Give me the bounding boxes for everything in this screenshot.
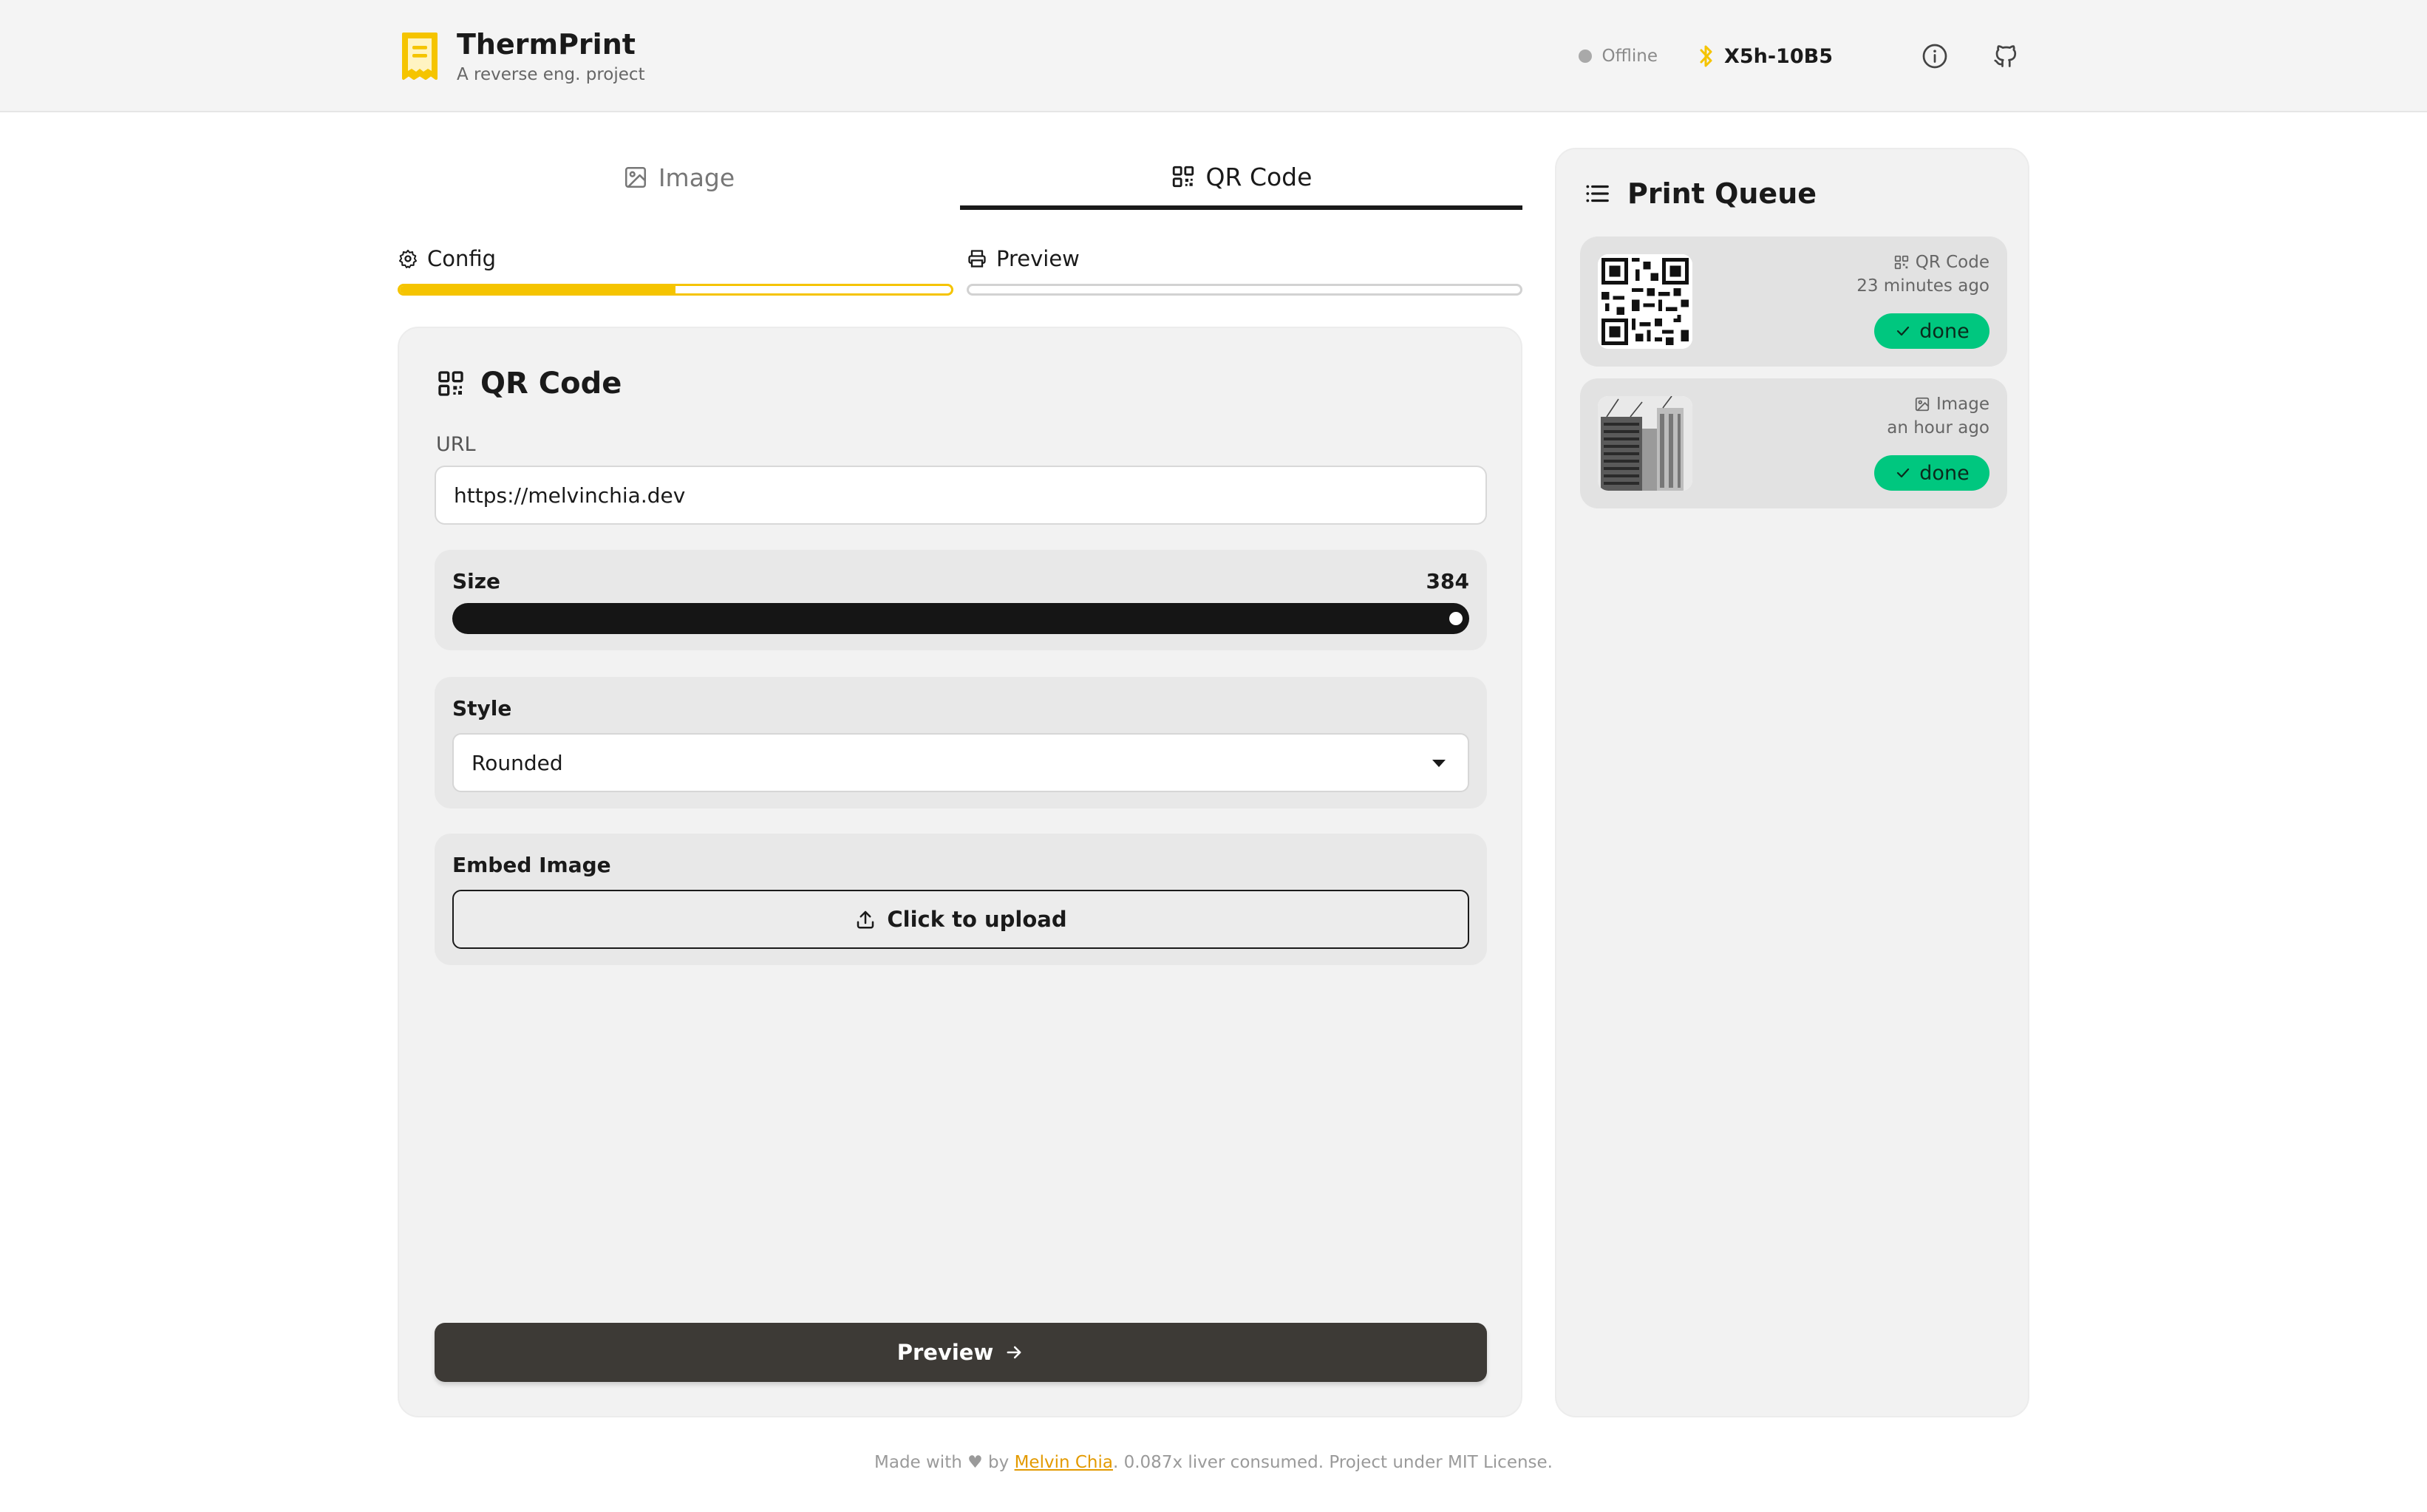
size-label: Size [452,569,501,593]
size-slider[interactable] [452,603,1469,634]
printer-icon [968,250,986,268]
embed-image-label: Embed Image [452,853,611,877]
print-queue-title-text: Print Queue [1627,177,1817,210]
queue-item-type: QR Code [1893,253,1989,272]
step-indicator: Config Preview [398,244,1522,296]
arrow-right-icon [1007,1346,1021,1359]
upload-button[interactable]: Click to upload [452,890,1469,949]
url-label: URL [436,433,476,456]
card-title: QR Code [436,367,622,401]
qr-config-card: QR Code URL Size 384 Style Rounded Embed… [398,327,1522,1417]
list-icon [1586,185,1609,202]
footer: Made with ♥ by Melvin Chia. 0.087x liver… [0,1453,2427,1472]
queue-item-type: Image [1914,395,1989,414]
card-title-text: QR Code [480,367,622,401]
style-label: Style [452,696,512,721]
style-select[interactable]: Rounded [452,733,1469,792]
mode-tabs: Image QR Code [398,148,1522,210]
status-text: Offline [1601,47,1658,66]
connection-status: Offline [1578,47,1658,66]
qr-thumbnail [1598,254,1692,349]
preview-button-label: Preview [896,1340,994,1365]
chevron-down-icon [1432,760,1446,767]
app-subtitle: A reverse eng. project [457,65,645,84]
size-panel: Size 384 [435,550,1487,650]
style-panel: Style Rounded [435,677,1487,808]
github-button[interactable] [1989,40,2022,72]
queue-item[interactable]: Image an hour ago done [1580,378,2007,508]
embed-image-panel: Embed Image Click to upload [435,834,1487,965]
qr-code-icon [438,371,463,396]
footer-by: by [988,1453,1010,1472]
qr-code-icon [1172,166,1194,188]
print-queue-panel: Print Queue QR Code 23 minutes ago done … [1555,148,2029,1417]
status-badge: done [1874,313,1989,349]
brand: ThermPrint A reverse eng. project [399,28,645,84]
app-title: ThermPrint [457,28,636,61]
step-config-progress [398,284,953,296]
device-name: X5h-10B5 [1724,44,1833,68]
bluetooth-icon [1700,45,1712,67]
tab-qr-code[interactable]: QR Code [960,148,1522,210]
building-photo-thumbnail [1598,396,1692,491]
status-badge: done [1874,455,1989,491]
gear-icon [398,249,418,269]
step-preview-progress [967,284,1522,296]
print-queue-title: Print Queue [1583,177,1817,210]
upload-icon [857,910,874,929]
receipt-icon [402,33,438,80]
upload-label: Click to upload [887,907,1067,932]
queue-item-time: an hour ago [1887,418,1989,437]
author-link[interactable]: Melvin Chia [1015,1453,1113,1472]
image-icon [1915,397,1930,412]
info-button[interactable] [1919,40,1951,72]
footer-prefix: Made with [874,1453,962,1472]
preview-button[interactable]: Preview [435,1323,1487,1382]
tab-image-label: Image [658,163,735,192]
qr-thumbnail-image [1598,254,1692,349]
tab-qr-code-label: QR Code [1205,162,1313,191]
size-value: 384 [1426,569,1469,593]
status-badge-label: done [1919,319,1970,343]
step-preview-label: Preview [996,246,1080,271]
status-dot [1578,50,1592,63]
footer-suffix: . 0.087x liver consumed. Project under M… [1112,1453,1553,1472]
queue-item-type-label: Image [1936,395,1989,414]
queue-item[interactable]: QR Code 23 minutes ago done [1580,236,2007,367]
qr-code-icon [1894,255,1908,270]
tab-image[interactable]: Image [398,148,960,210]
style-selected-value: Rounded [472,750,563,775]
check-icon [1897,468,1910,478]
step-config-label: Config [427,246,497,271]
heart-icon: ♥ [967,1453,983,1472]
app-header: ThermPrint A reverse eng. project Offlin… [0,0,2427,112]
size-slider-thumb[interactable] [1447,610,1465,627]
url-input[interactable] [435,466,1487,525]
check-icon [1897,326,1910,336]
queue-item-type-label: QR Code [1915,253,1989,272]
status-badge-label: done [1919,461,1970,485]
github-icon [1994,45,2017,67]
image-icon [624,166,646,188]
device-selector[interactable]: X5h-10B5 [1699,44,1833,69]
building-photo-image [1598,396,1692,491]
step-config[interactable]: Config [398,244,953,296]
step-preview[interactable]: Preview [967,244,1522,296]
info-icon [1922,44,1947,69]
step-config-fill [400,286,675,293]
queue-item-time: 23 minutes ago [1856,276,1989,296]
